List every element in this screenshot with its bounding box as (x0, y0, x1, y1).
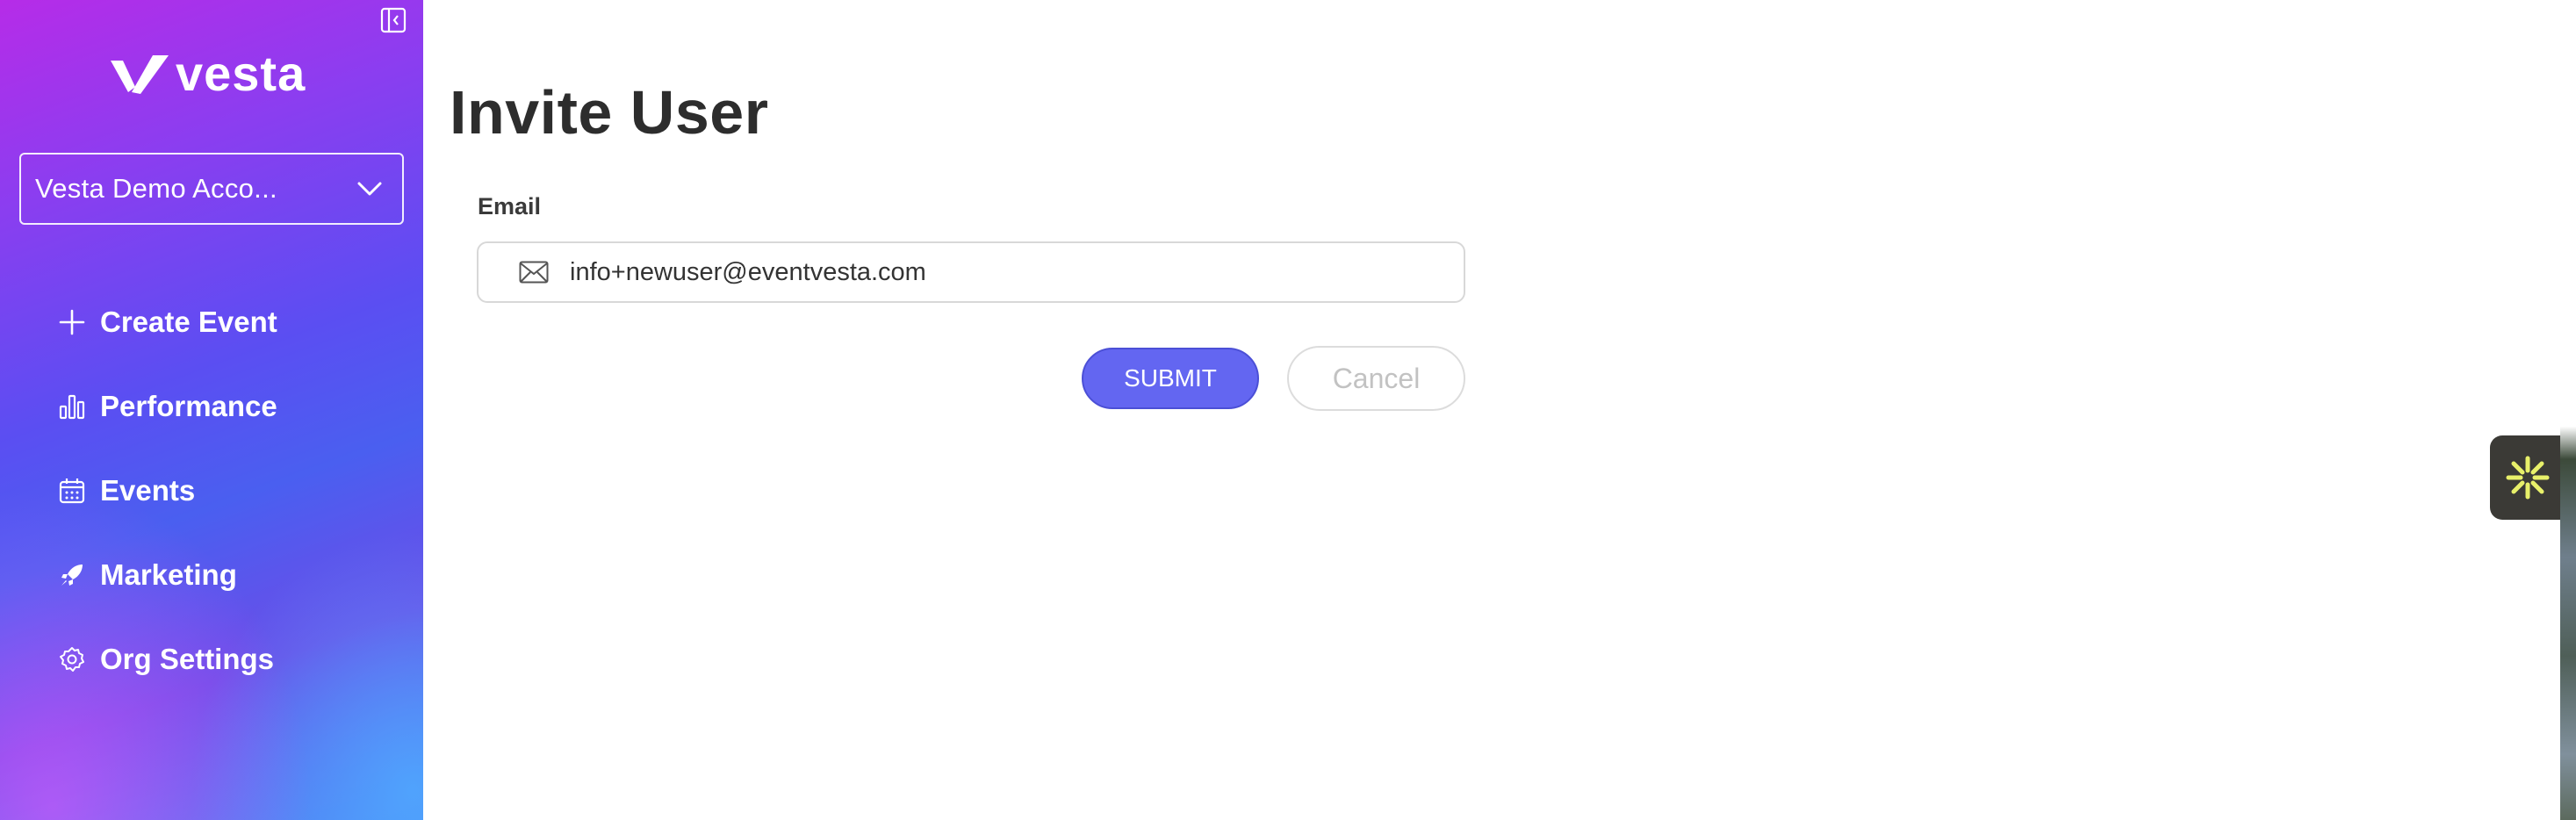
background-window-edge (2560, 0, 2576, 820)
calendar-icon (54, 473, 90, 508)
cancel-button[interactable]: Cancel (1287, 346, 1465, 411)
sidebar: vesta Vesta Demo Acco... Create Event Pe… (0, 0, 423, 820)
email-field[interactable] (477, 241, 1465, 303)
account-selector[interactable]: Vesta Demo Acco... (19, 153, 404, 225)
sidebar-item-label: Performance (100, 390, 277, 422)
sidebar-item-performance[interactable]: Performance (54, 383, 406, 430)
gear-icon (54, 642, 90, 677)
sidebar-item-label: Events (100, 474, 196, 507)
sidebar-item-create-event[interactable]: Create Event (54, 299, 406, 346)
sidebar-item-org-settings[interactable]: Org Settings (54, 636, 406, 683)
sidebar-item-events[interactable]: Events (54, 467, 406, 514)
sidebar-item-marketing[interactable]: Marketing (54, 551, 406, 599)
email-label: Email (478, 193, 542, 219)
sidebar-collapse-button[interactable] (379, 7, 407, 33)
mail-icon (519, 261, 549, 284)
rocket-icon (54, 557, 90, 593)
chevron-down-icon (357, 182, 382, 196)
vesta-logo[interactable]: vesta (109, 47, 306, 100)
asterisk-spark-icon (2506, 456, 2550, 500)
sidebar-nav: Create Event Performance Events Marketin… (54, 299, 406, 720)
account-selector-value: Vesta Demo Acco... (35, 173, 277, 204)
floating-assistant-widget[interactable] (2490, 435, 2565, 520)
email-input[interactable] (568, 256, 1362, 288)
plus-icon (54, 305, 90, 340)
brand-name: vesta (176, 46, 306, 101)
vesta-logo-mark-icon (111, 55, 169, 94)
submit-button[interactable]: SUBMIT (1082, 348, 1259, 409)
sidebar-item-label: Create Event (100, 306, 277, 338)
page-title: Invite User (450, 78, 769, 147)
sidebar-collapse-icon (380, 7, 407, 33)
sidebar-item-label: Marketing (100, 558, 237, 591)
bar-chart-icon (54, 389, 90, 424)
sidebar-item-label: Org Settings (100, 643, 275, 675)
